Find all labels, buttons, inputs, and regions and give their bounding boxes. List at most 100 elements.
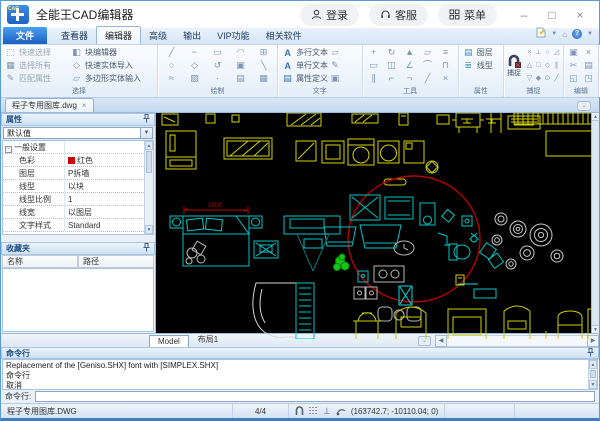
maximize-button[interactable]: □ [539, 5, 565, 25]
snap-mode-icon[interactable]: ◆ [534, 72, 543, 85]
snap-mode-icon[interactable]: ◇ [543, 59, 552, 72]
edit-tool-icon[interactable]: × [581, 46, 596, 59]
ribbon-tab[interactable]: 输出 [175, 27, 209, 44]
draw-tool-icon[interactable]: ~ [183, 46, 206, 59]
property-row[interactable]: 线型比例 1 [3, 193, 144, 206]
command-history[interactable]: Replacement of the [Geniso.SHX] font wit… [2, 359, 598, 390]
scroll-down-icon[interactable]: ▼ [145, 225, 153, 234]
canvas-collapse-button[interactable]: ⌄ [577, 101, 591, 111]
modify-tool-icon[interactable]: ⌒ [419, 59, 437, 72]
ribbon-button[interactable]: ◇ 快速实体导入 [69, 59, 141, 72]
text-side-icon[interactable]: ▣ [328, 72, 342, 85]
ribbon-tab[interactable]: VIP功能 [209, 27, 258, 44]
snap-toggle-button[interactable]: 捕捉 [506, 46, 522, 86]
property-row[interactable]: 线宽 以图层 [3, 206, 144, 219]
snap-mode-icon[interactable]: ∥ [552, 59, 561, 72]
draw-tool-icon[interactable]: ◇ [183, 59, 206, 72]
help-icon[interactable]: ? [572, 29, 583, 39]
snap-mode-icon[interactable]: × [525, 46, 534, 59]
close-document-icon[interactable]: × [82, 101, 87, 110]
text-side-icon[interactable]: ✎ [328, 59, 342, 72]
cad-canvas[interactable]: 1500 ▲ ▼ [156, 113, 599, 339]
ribbon-button[interactable]: ◧ 块编辑器 [69, 46, 141, 59]
edit-tool-icon[interactable]: ▤ [581, 59, 596, 72]
modify-tool-icon[interactable]: ▭ [365, 59, 383, 72]
draw-tool-icon[interactable]: ▭ [206, 46, 229, 59]
draw-tool-icon[interactable]: ≈ [160, 72, 183, 85]
ribbon-button[interactable]: A 多行文本 [280, 46, 328, 59]
snap-mode-icon[interactable]: □ [534, 59, 543, 72]
favorites-column-header[interactable]: 路径 [78, 255, 154, 268]
modify-tool-icon[interactable]: ◫ [383, 59, 401, 72]
draw-tool-icon[interactable]: ▨ [183, 72, 206, 85]
snap-mode-icon[interactable]: ╱ [552, 72, 561, 85]
property-row[interactable]: 图层 P拆墙 [3, 167, 144, 180]
modify-tool-icon[interactable]: ⌐ [383, 72, 401, 85]
ribbon-button[interactable]: ▤ 属性定义 [280, 72, 328, 85]
grid-toggle-icon[interactable] [309, 406, 318, 416]
modify-tool-icon[interactable]: ≡ [437, 46, 455, 59]
property-row[interactable]: 色彩 红色 [3, 154, 144, 167]
modify-tool-icon[interactable]: ∥ [365, 72, 383, 85]
edit-tool-icon[interactable]: ▣ [566, 46, 581, 59]
pin-icon[interactable] [587, 347, 594, 359]
scroll-up-icon[interactable]: ▲ [145, 141, 153, 150]
lineweight-toggle-icon[interactable] [336, 407, 346, 416]
scroll-up-icon[interactable]: ▲ [592, 113, 599, 121]
scrollbar-thumb[interactable] [146, 151, 152, 173]
favorites-column-header[interactable]: 名称 [2, 255, 78, 268]
login-button[interactable]: 登录 [300, 3, 359, 26]
command-input[interactable] [35, 391, 595, 402]
edit-tool-icon[interactable]: ✂ [566, 59, 581, 72]
modify-tool-icon[interactable]: ╱ [419, 72, 437, 85]
snap-mode-icon[interactable]: △ [525, 59, 534, 72]
favorites-list[interactable] [2, 268, 154, 332]
scroll-up-icon[interactable]: ▲ [589, 360, 597, 369]
modify-tool-icon[interactable]: + [365, 46, 383, 59]
ribbon-button[interactable]: ▦ 选择所有 [3, 59, 69, 72]
menu-button[interactable]: 菜单 [438, 3, 497, 26]
modify-tool-icon[interactable]: ▱ [419, 46, 437, 59]
draw-tool-icon[interactable]: ▣ [229, 59, 252, 72]
document-tab[interactable]: 程子专用图库.dwg × [5, 98, 94, 112]
canvas-vertical-scrollbar[interactable]: ▲ ▼ [591, 113, 599, 333]
draw-tool-icon[interactable]: ⊞ [252, 46, 275, 59]
property-row[interactable]: 文字样式 Standard [3, 219, 144, 232]
modify-tool-icon[interactable]: ▲ [401, 46, 419, 59]
minimize-button[interactable]: – [511, 5, 537, 25]
draw-tool-icon[interactable]: ○ [160, 59, 183, 72]
ribbon-button[interactable]: ▤ 图层 [461, 46, 493, 59]
snap-mode-icon[interactable]: ⊥ [534, 46, 543, 59]
draw-tool-icon[interactable]: ↺ [206, 59, 229, 72]
draw-tool-icon[interactable]: ◠ [229, 46, 252, 59]
draw-tool-icon[interactable]: ╱ [160, 46, 183, 59]
support-button[interactable]: 客服 [369, 3, 428, 26]
ribbon-tab[interactable]: 编辑器 [96, 26, 142, 44]
scrollbar-thumb[interactable] [590, 370, 596, 378]
ribbon-button[interactable]: ▱ 多边形实体输入 [69, 72, 141, 85]
property-row[interactable]: 线型 以块 [3, 180, 144, 193]
snap-mode-icon[interactable]: ◿ [552, 46, 561, 59]
scroll-down-icon[interactable]: ▼ [589, 380, 597, 389]
scroll-down-icon[interactable]: ▼ [592, 325, 599, 333]
close-button[interactable]: × [567, 5, 593, 25]
tab-file[interactable]: 文件 [3, 27, 48, 44]
edit-tool-icon[interactable]: ◱ [566, 72, 581, 85]
ribbon-button[interactable]: A 单行文本 [280, 59, 328, 72]
draw-tool-icon[interactable]: ▦ [252, 72, 275, 85]
property-group-row[interactable]: − 一般设置 [3, 141, 144, 154]
ribbon-button[interactable]: ⬚ 快速选择 [3, 46, 69, 59]
modify-tool-icon[interactable]: ¬ [401, 72, 419, 85]
collapse-icon[interactable]: − [5, 146, 12, 153]
ribbon-tab[interactable]: 查看器 [53, 27, 96, 44]
property-preset-select[interactable]: 默认值 [3, 127, 141, 139]
snap-magnet-icon[interactable] [295, 406, 304, 416]
preset-dropdown-icon[interactable]: ▼ [141, 127, 153, 139]
pin-icon[interactable] [143, 243, 150, 254]
draw-tool-icon[interactable]: ╲ [252, 59, 275, 72]
snap-mode-icon[interactable]: ○ [543, 46, 552, 59]
draw-tool-icon[interactable]: · [206, 72, 229, 85]
text-side-icon[interactable]: ▱ [328, 46, 342, 59]
modify-tool-icon[interactable]: ∠ [401, 59, 419, 72]
export-doc-icon[interactable] [536, 25, 546, 43]
